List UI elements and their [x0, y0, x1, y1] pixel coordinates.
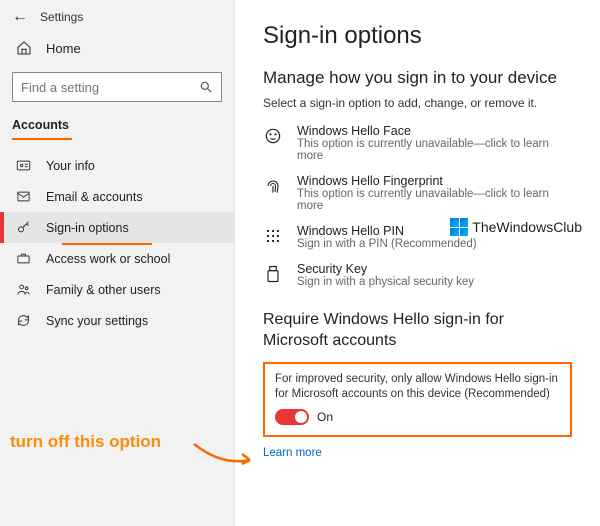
annotation-underline: [12, 138, 72, 140]
search-input[interactable]: [21, 80, 199, 95]
option-desc: This option is currently unavailable—cli…: [297, 138, 572, 162]
home-button[interactable]: Home: [0, 30, 234, 66]
option-title: Windows Hello PIN: [297, 224, 477, 238]
sidebar-nav: Your info Email & accounts Sign-in optio…: [0, 150, 234, 336]
fingerprint-icon: [263, 176, 283, 196]
sidebar-item-label: Your info: [46, 159, 95, 173]
sidebar-item-label: Family & other users: [46, 283, 161, 297]
sidebar-item-label: Email & accounts: [46, 190, 143, 204]
select-hint: Select a sign-in option to add, change, …: [263, 96, 572, 110]
mail-icon: [16, 189, 32, 204]
page-title: Sign-in options: [263, 22, 572, 50]
briefcase-icon: [16, 251, 32, 266]
home-icon: [16, 40, 32, 56]
sidebar-item-label: Sync your settings: [46, 314, 148, 328]
main-content: Sign-in options Manage how you sign in t…: [235, 0, 600, 526]
option-desc: Sign in with a PIN (Recommended): [297, 238, 477, 250]
learn-more-link[interactable]: Learn more: [263, 447, 322, 459]
sidebar-item-sync[interactable]: Sync your settings: [0, 305, 234, 336]
option-desc: This option is currently unavailable—cli…: [297, 188, 572, 212]
sidebar-item-email[interactable]: Email & accounts: [0, 181, 234, 212]
section-header-accounts: Accounts: [0, 112, 234, 136]
sidebar-item-label: Access work or school: [46, 252, 170, 266]
face-icon: [263, 126, 283, 146]
sidebar-item-family[interactable]: Family & other users: [0, 274, 234, 305]
people-icon: [16, 282, 32, 297]
search-icon: [199, 80, 213, 94]
option-hello-fingerprint[interactable]: Windows Hello Fingerprint This option is…: [263, 174, 572, 212]
home-label: Home: [46, 41, 81, 56]
sidebar-item-signin[interactable]: Sign-in options: [0, 212, 234, 243]
page-subtitle: Manage how you sign in to your device: [263, 68, 572, 88]
usb-key-icon: [263, 264, 283, 284]
toggle-state-label: On: [317, 410, 333, 424]
require-hello-box: For improved security, only allow Window…: [263, 362, 572, 438]
option-security-key[interactable]: Security Key Sign in with a physical sec…: [263, 262, 572, 288]
require-hello-heading: Require Windows Hello sign-in for Micros…: [263, 310, 572, 352]
sidebar-item-your-info[interactable]: Your info: [0, 150, 234, 181]
option-hello-face[interactable]: Windows Hello Face This option is curren…: [263, 124, 572, 162]
search-box[interactable]: [12, 72, 222, 102]
person-icon: [16, 158, 32, 173]
window-title: Settings: [40, 10, 83, 24]
annotation-callout: turn off this option: [10, 432, 161, 452]
option-hello-pin[interactable]: Windows Hello PIN Sign in with a PIN (Re…: [263, 224, 572, 250]
sidebar-item-label: Sign-in options: [46, 221, 129, 235]
pin-keypad-icon: [263, 226, 283, 246]
require-hello-desc: For improved security, only allow Window…: [275, 372, 560, 402]
option-desc: Sign in with a physical security key: [297, 276, 474, 288]
option-title: Windows Hello Face: [297, 124, 572, 138]
require-hello-toggle[interactable]: [275, 409, 309, 425]
option-title: Security Key: [297, 262, 474, 276]
option-title: Windows Hello Fingerprint: [297, 174, 572, 188]
key-icon: [16, 220, 32, 235]
sidebar-item-work-school[interactable]: Access work or school: [0, 243, 234, 274]
back-icon[interactable]: ←: [12, 8, 28, 26]
sync-icon: [16, 313, 32, 328]
